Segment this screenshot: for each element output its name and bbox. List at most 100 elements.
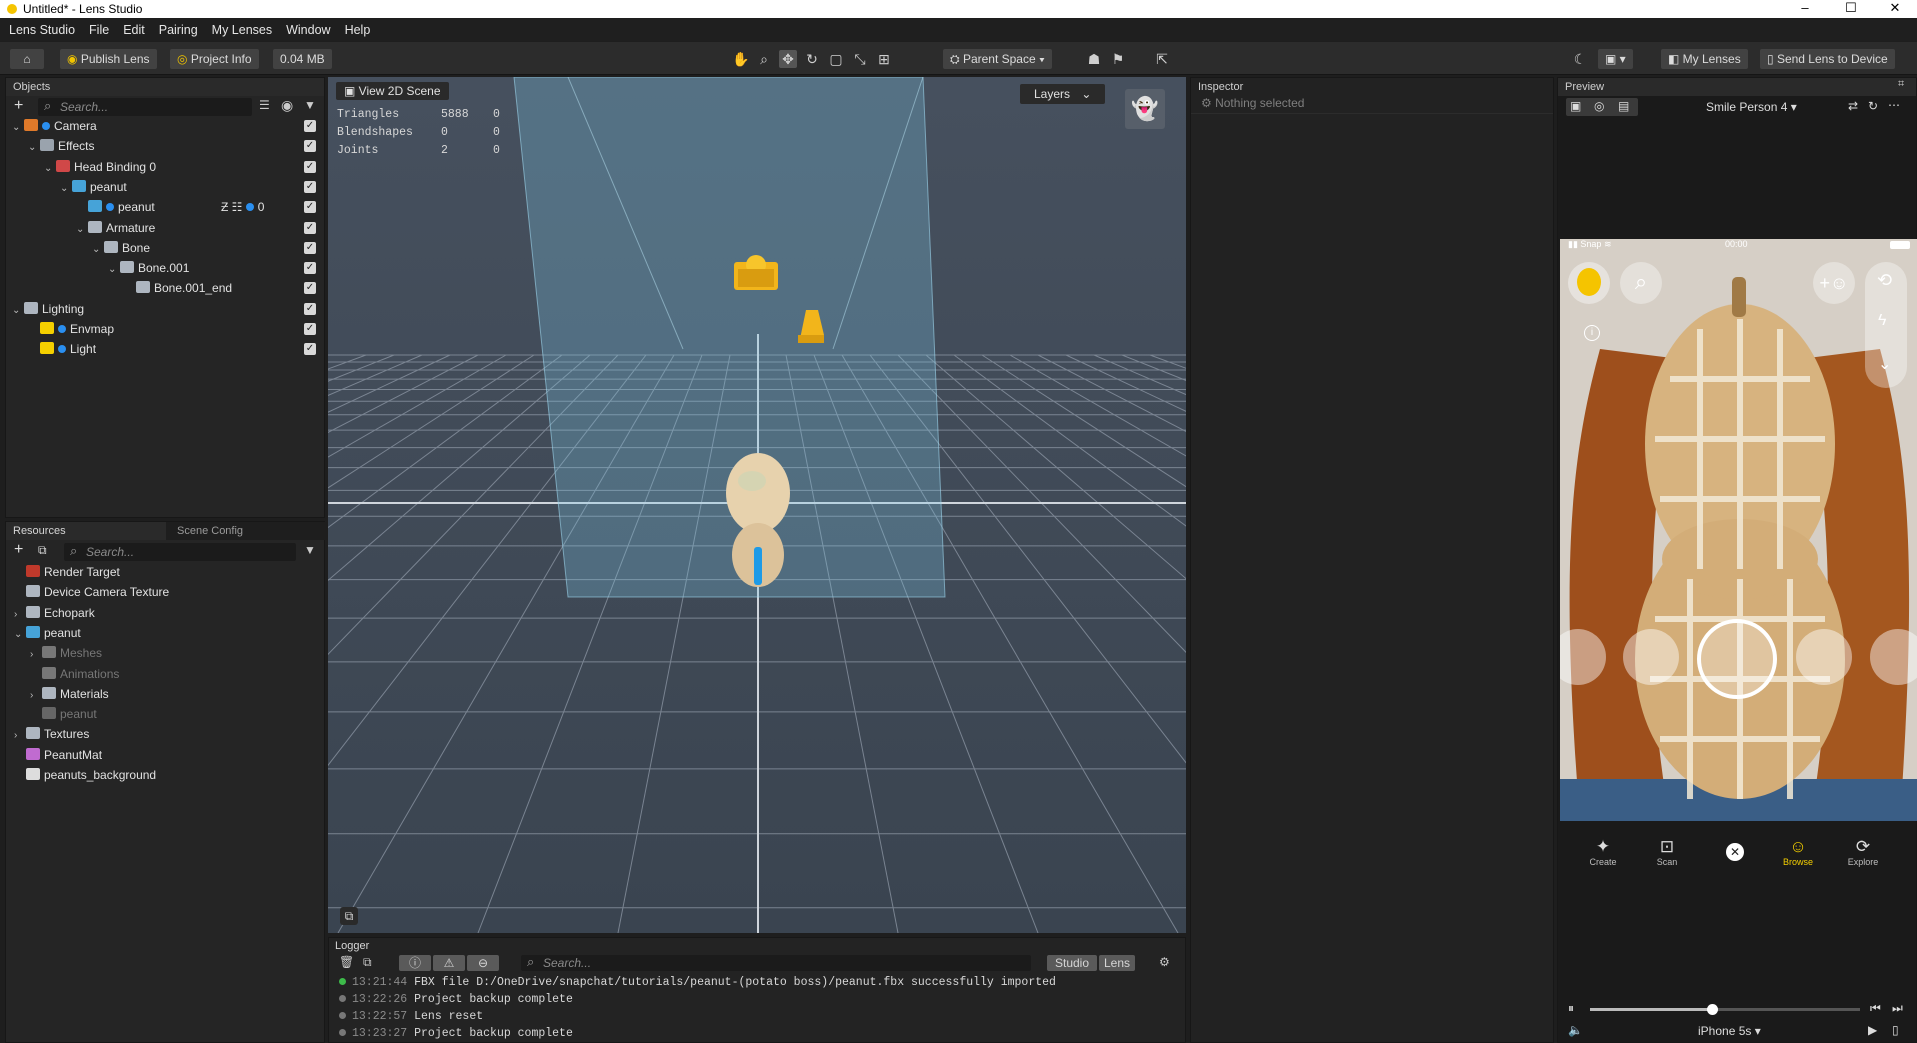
resource-item[interactable]: › Materials: [30, 684, 109, 704]
tab-scene-config[interactable]: Scene Config: [166, 522, 326, 540]
scene-viewport[interactable]: ▣ View 2D Scene Layers ⌄ Triangles 5888 0 B…: [328, 77, 1186, 933]
log-options-icon[interactable]: ⧉: [363, 955, 372, 970]
gizmo-icon[interactable]: ⚑: [1109, 50, 1127, 68]
home-button[interactable]: ⌂: [10, 49, 44, 69]
pin-icon[interactable]: ⌗: [1898, 78, 1904, 91]
enabled-checkbox[interactable]: ✓: [304, 323, 316, 335]
object-tree-item[interactable]: Bone.001_end: [124, 278, 232, 298]
expand-view-icon[interactable]: ⇱: [1153, 50, 1171, 68]
video-camera-icon[interactable]: ▶: [1868, 1023, 1877, 1037]
expand-arrow-icon[interactable]: ⌄: [14, 625, 26, 645]
nav-browse[interactable]: ☺ Browse: [1773, 837, 1823, 867]
menu-help[interactable]: Help: [345, 23, 371, 37]
resource-item[interactable]: › Textures: [14, 724, 89, 744]
resource-item[interactable]: ⌄ peanut: [14, 623, 81, 643]
resource-item[interactable]: peanut: [30, 704, 97, 724]
flip-camera-icon[interactable]: ⟲: [1877, 270, 1892, 291]
screen-mode-icon[interactable]: ▤: [1618, 99, 1629, 113]
phone-screen[interactable]: ▮▮ Snap ≋ 00:00 ⌕ +☺ ⟲ ϟ ⌄ i: [1560, 239, 1917, 821]
layout-dropdown[interactable]: ▣ ▾: [1598, 49, 1633, 69]
studio-filter-button[interactable]: Studio: [1047, 955, 1097, 971]
filter-icon[interactable]: ▼: [304, 98, 316, 112]
expand-arrow-icon[interactable]: ⌄: [108, 260, 120, 280]
snapchat-ghost-icon[interactable]: 👻: [1125, 89, 1165, 129]
info-filter-icon[interactable]: ⓘ: [399, 955, 431, 971]
object-tree-item[interactable]: ⌄ Lighting: [12, 299, 84, 319]
warning-filter-icon[interactable]: ⚠: [433, 955, 465, 971]
volume-icon[interactable]: 🔈: [1568, 1023, 1583, 1037]
error-filter-icon[interactable]: ⊖: [467, 955, 499, 971]
nav-create[interactable]: ✦ Create: [1578, 837, 1628, 867]
expand-arrow-icon[interactable]: ⌄: [12, 118, 24, 138]
object-tree-item[interactable]: Envmap: [28, 319, 114, 339]
nav-scan[interactable]: ⊡ Scan: [1642, 837, 1692, 867]
enabled-checkbox[interactable]: ✓: [304, 120, 316, 132]
rotate-tool-icon[interactable]: ↻: [803, 50, 821, 68]
lens-carousel-item[interactable]: [1796, 629, 1852, 685]
camera-view-icon[interactable]: ☗: [1085, 50, 1103, 68]
view-2d-scene-tab[interactable]: ▣ View 2D Scene: [336, 82, 449, 100]
object-tree-item[interactable]: peanut: [76, 197, 155, 217]
enabled-checkbox[interactable]: ✓: [304, 282, 316, 295]
preview-person-dropdown[interactable]: Smile Person 4 ▾: [1706, 100, 1797, 114]
enabled-checkbox[interactable]: ✓: [304, 302, 316, 315]
object-tree-item[interactable]: ⌄ Bone: [92, 238, 150, 258]
more-options-icon[interactable]: ⋯: [1888, 98, 1900, 112]
record-mode-icon[interactable]: ◎: [1594, 99, 1604, 113]
enabled-checkbox[interactable]: ✓: [304, 262, 316, 275]
menu-my-lenses[interactable]: My Lenses: [212, 23, 272, 37]
menu-window[interactable]: Window: [286, 23, 330, 37]
clear-log-icon[interactable]: 🗑: [339, 955, 354, 969]
resource-item[interactable]: Render Target: [14, 562, 120, 582]
resource-item[interactable]: peanuts_background: [14, 765, 156, 785]
capture-button[interactable]: [1697, 619, 1777, 699]
list-view-icon[interactable]: ☰: [259, 98, 270, 112]
tab-resources[interactable]: Resources: [6, 522, 166, 540]
object-tree-item[interactable]: ⌄ Armature: [76, 218, 155, 238]
device-dropdown[interactable]: iPhone 5s ▾: [1698, 1024, 1761, 1038]
expand-arrow-icon[interactable]: ›: [30, 645, 42, 665]
visibility-eye-icon[interactable]: ◉: [281, 97, 293, 114]
resource-item[interactable]: › Meshes: [30, 643, 102, 663]
enabled-checkbox[interactable]: ✓: [304, 201, 316, 214]
log-entry[interactable]: 13:23:27 Project backup complete: [329, 1025, 1185, 1042]
expand-arrow-icon[interactable]: ⌄: [76, 220, 88, 240]
log-entry[interactable]: 13:22:57 Lens reset: [329, 1008, 1185, 1025]
objects-search-input[interactable]: Search...: [38, 97, 252, 116]
my-lenses-button[interactable]: ◧ My Lenses: [1661, 49, 1748, 69]
hand-tool-icon[interactable]: ✋: [732, 50, 750, 68]
menu-edit[interactable]: Edit: [123, 23, 145, 37]
layers-dropdown[interactable]: Layers ⌄: [1020, 84, 1105, 104]
pause-icon[interactable]: ⏸: [1568, 1001, 1574, 1016]
close-lens-icon[interactable]: ✕: [1726, 843, 1744, 861]
import-resource-icon[interactable]: ⧉: [38, 543, 47, 558]
enabled-checkbox[interactable]: ✓: [304, 160, 316, 173]
resource-item[interactable]: › Echopark: [14, 603, 95, 623]
object-tree-item[interactable]: Light: [28, 339, 96, 359]
reset-preview-icon[interactable]: ↻: [1868, 99, 1878, 113]
publish-lens-button[interactable]: ◉ Publish Lens: [60, 49, 157, 69]
minimize-button[interactable]: –: [1783, 0, 1827, 18]
log-entry[interactable]: 13:22:26 Project backup complete: [329, 991, 1185, 1008]
enabled-checkbox[interactable]: ✓: [304, 241, 316, 254]
log-entry[interactable]: 13:21:44 FBX file D:/OneDrive/snapchat/t…: [329, 974, 1185, 991]
nav-explore[interactable]: ⟳ Explore: [1838, 837, 1888, 867]
camera-mode-icon[interactable]: ▣: [1570, 99, 1581, 113]
search-icon[interactable]: ⌕: [1620, 262, 1662, 304]
object-tree-item[interactable]: ⌄ Camera: [12, 116, 97, 136]
logger-search-input[interactable]: Search...: [521, 954, 1031, 971]
enabled-checkbox[interactable]: ✓: [304, 343, 316, 356]
step-forward-icon[interactable]: ⏭: [1892, 1001, 1903, 1016]
lens-filter-button[interactable]: Lens: [1099, 955, 1135, 971]
device-settings-icon[interactable]: ▯: [1892, 1023, 1899, 1037]
send-lens-button[interactable]: ▯ Send Lens to Device: [1760, 49, 1895, 69]
resource-item[interactable]: Animations: [30, 664, 119, 684]
menu-pairing[interactable]: Pairing: [159, 23, 198, 37]
logger-settings-gear-icon[interactable]: ⚙: [1159, 955, 1170, 969]
expand-arrow-icon[interactable]: ⌄: [60, 179, 72, 199]
viewport-mode-icon[interactable]: ⧉: [340, 907, 358, 925]
object-tree-item[interactable]: ⌄ Effects: [28, 136, 94, 156]
expand-arrow-icon[interactable]: ›: [14, 605, 26, 625]
playback-knob[interactable]: [1706, 1004, 1718, 1015]
lens-carousel-item[interactable]: [1623, 629, 1679, 685]
